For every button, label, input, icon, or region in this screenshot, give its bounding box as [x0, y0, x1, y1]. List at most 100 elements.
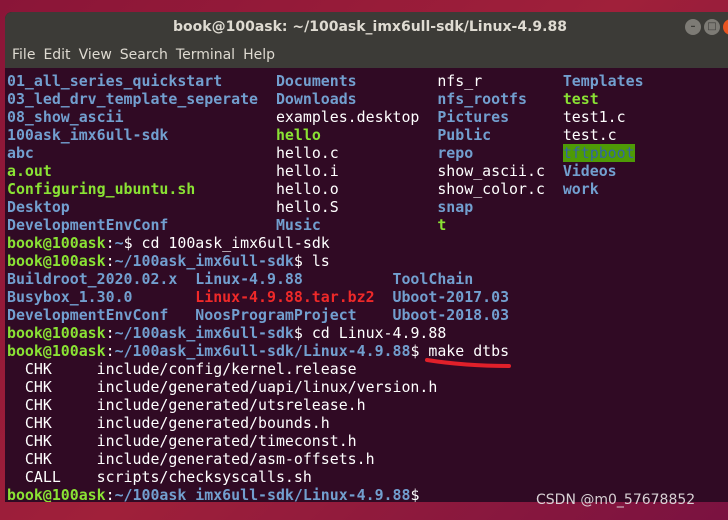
prompt-user-host: book@100ask: [7, 324, 106, 342]
prompt-user-host: book@100ask: [7, 342, 106, 360]
terminal-text: $ cd 100ask_imx6ull-sdk: [123, 234, 330, 252]
terminal-text: Uboot-2018.03: [392, 306, 510, 324]
terminal-text: ToolChain: [392, 270, 474, 288]
menu-search[interactable]: Search: [116, 47, 172, 63]
terminal-text: Downloads: [275, 90, 438, 108]
prompt-user-host: book@100ask: [7, 234, 106, 252]
terminal-output[interactable]: 01_all_series_quickstart Documents nfs_r…: [7, 72, 644, 502]
terminal-text: :: [105, 486, 115, 502]
terminal-line: CHK include/generated/bounds.h: [7, 414, 644, 432]
terminal-line: CHK include/generated/utsrelease.h: [7, 396, 644, 414]
terminal-text: repo: [437, 144, 563, 162]
terminal-line: Buildroot_2020.02.x Linux-4.9.88 ToolCha…: [7, 270, 644, 288]
terminal-text: Desktop: [7, 198, 276, 216]
menu-bar: File Edit View Search Terminal Help: [5, 42, 728, 68]
terminal-text: work: [562, 180, 599, 198]
terminal-line: DevelopmentEnvConf NoosProgramProject Ub…: [7, 306, 644, 324]
terminal-line: DevelopmentEnvConf Music t: [7, 216, 644, 234]
terminal-text: hello.i: [275, 162, 438, 180]
terminal-text: test1.c: [562, 108, 626, 126]
terminal-line: CHK include/generated/uapi/linux/version…: [7, 378, 644, 396]
prompt-path: ~/100ask_imx6ull-sdk/Linux-4.9.88: [114, 486, 411, 502]
terminal-text: nfs_rootfs: [437, 90, 563, 108]
window-title: book@100ask: ~/100ask_imx6ull-sdk/Linux-…: [173, 19, 567, 35]
terminal-text: show_ascii.c: [437, 162, 563, 180]
maximize-button[interactable]: □: [704, 19, 720, 35]
terminal-text: Linux-4.9.88: [195, 270, 393, 288]
terminal-line: book@100ask:~/100ask_imx6ull-sdk/Linux-4…: [7, 342, 644, 360]
terminal-line: Desktop hello.S snap: [7, 198, 644, 216]
terminal-line: CALL scripts/checksyscalls.sh: [7, 468, 644, 486]
terminal-text: Templates: [562, 72, 644, 90]
minimize-button[interactable]: –: [685, 19, 701, 35]
terminal-text: $: [410, 486, 420, 502]
terminal-text: nfs_r: [437, 72, 563, 90]
terminal-text: show_color.c: [437, 180, 563, 198]
terminal-text: Busybox_1.30.0: [7, 288, 196, 306]
terminal-text: hello: [275, 126, 438, 144]
terminal-text: CALL scripts/checksyscalls.sh: [7, 468, 312, 486]
terminal-line: 01_all_series_quickstart Documents nfs_r…: [7, 72, 644, 90]
terminal-text: abc: [7, 144, 276, 162]
terminal-line: 100ask_imx6ull-sdk hello Public test.c: [7, 126, 644, 144]
terminal-text: :: [105, 252, 115, 270]
terminal-text: hello.c: [275, 144, 438, 162]
terminal-text: 03_led_drv_template_seperate: [7, 90, 276, 108]
terminal-text: t: [437, 216, 447, 234]
terminal-line: CHK include/generated/asm-offsets.h: [7, 450, 644, 468]
prompt-user-host: book@100ask: [7, 486, 106, 502]
terminal-line: abc hello.c repo tftpboot: [7, 144, 644, 162]
terminal-line: Configuring_ubuntu.sh hello.o show_color…: [7, 180, 644, 198]
prompt-user-host: book@100ask: [7, 252, 106, 270]
terminal-text: $ cd Linux-4.9.88: [293, 324, 447, 342]
menu-terminal[interactable]: Terminal: [172, 47, 239, 63]
terminal-text: CHK include/generated/utsrelease.h: [7, 396, 366, 414]
terminal-text: Music: [275, 216, 438, 234]
terminal-line: book@100ask:~/100ask_imx6ull-sdk$ cd Lin…: [7, 324, 644, 342]
menu-edit[interactable]: Edit: [39, 47, 74, 63]
terminal-line: 08_show_ascii examples.desktop Pictures …: [7, 108, 644, 126]
terminal-line: 03_led_drv_template_seperate Downloads n…: [7, 90, 644, 108]
terminal-line: CHK include/generated/timeconst.h: [7, 432, 644, 450]
terminal-text: hello.o: [275, 180, 438, 198]
terminal-text: Buildroot_2020.02.x: [7, 270, 196, 288]
terminal-text: DevelopmentEnvConf: [7, 306, 196, 324]
terminal-text: Public: [437, 126, 563, 144]
red-underline-annotation: [425, 358, 511, 368]
terminal-text: CHK include/generated/bounds.h: [7, 414, 330, 432]
terminal-text: $ ls: [293, 252, 330, 270]
terminal-text: 08_show_ascii: [7, 108, 276, 126]
terminal-text: NoosProgramProject: [195, 306, 393, 324]
prompt-path: ~/100ask_imx6ull-sdk/Linux-4.9.88: [114, 342, 411, 360]
menu-view[interactable]: View: [75, 47, 116, 63]
terminal-text: test: [562, 90, 599, 108]
terminal-window: book@100ask: ~/100ask_imx6ull-sdk/Linux-…: [5, 12, 728, 502]
terminal-text: snap: [437, 198, 474, 216]
terminal-text: :: [105, 234, 115, 252]
close-button[interactable]: ×: [723, 19, 728, 35]
prompt-path: ~: [114, 234, 124, 252]
terminal-text: :: [105, 324, 115, 342]
terminal-text: Videos: [562, 162, 617, 180]
terminal-line: a.out hello.i show_ascii.c Videos: [7, 162, 644, 180]
terminal-text: Documents: [275, 72, 438, 90]
terminal-text: CHK include/config/kernel.release: [7, 360, 357, 378]
terminal-text: examples.desktop: [275, 108, 438, 126]
terminal-text: 100ask_imx6ull-sdk: [7, 126, 276, 144]
terminal-text: CHK include/generated/uapi/linux/version…: [7, 378, 438, 396]
title-bar[interactable]: book@100ask: ~/100ask_imx6ull-sdk/Linux-…: [5, 12, 728, 42]
terminal-text: 01_all_series_quickstart: [7, 72, 276, 90]
terminal-text: Linux-4.9.88.tar.bz2: [195, 288, 393, 306]
terminal-line: book@100ask:~$ cd 100ask_imx6ull-sdk: [7, 234, 644, 252]
menu-file[interactable]: File: [8, 47, 39, 63]
prompt-path: ~/100ask_imx6ull-sdk: [114, 252, 294, 270]
menu-help[interactable]: Help: [239, 47, 279, 63]
terminal-text: tftpboot: [562, 144, 635, 162]
terminal-text: :: [105, 342, 115, 360]
terminal-line: Busybox_1.30.0 Linux-4.9.88.tar.bz2 Uboo…: [7, 288, 644, 306]
terminal-text: Configuring_ubuntu.sh: [7, 180, 276, 198]
prompt-path: ~/100ask_imx6ull-sdk: [114, 324, 294, 342]
terminal-text: Uboot-2017.03: [392, 288, 510, 306]
terminal-text: Pictures: [437, 108, 563, 126]
terminal-text: a.out: [7, 162, 276, 180]
